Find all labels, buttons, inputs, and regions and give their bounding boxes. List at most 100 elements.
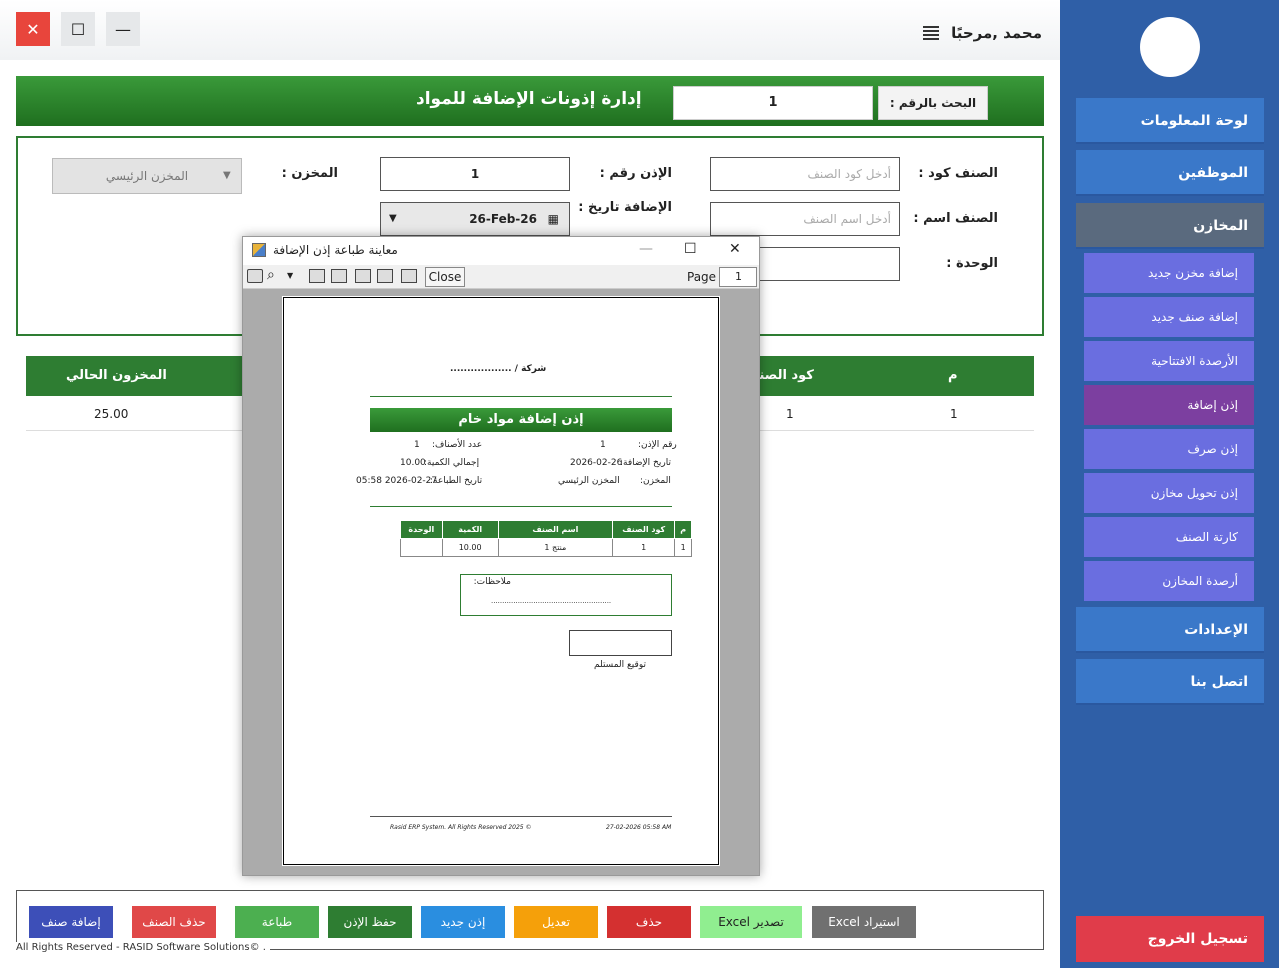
doc-add-date: 2026-02-26: [570, 458, 623, 468]
doc-count: 1: [414, 440, 420, 450]
doc-items-table: م كود الصنف اسم الصنف الكمية الوحدة 1 1 …: [400, 520, 692, 557]
sidebar-subitem-add-permit[interactable]: إذن إضافة: [1084, 385, 1254, 425]
export-excel-button[interactable]: تصدير Excel: [700, 906, 802, 938]
sidebar-subitem-opening-balances[interactable]: الأرصدة الافتتاحية: [1084, 341, 1254, 381]
doc-company: شركة / ..................: [450, 364, 547, 374]
avatar: [1140, 17, 1200, 77]
doc-signature-label: توقيع المستلم: [594, 660, 646, 670]
minimize-window-button[interactable]: —: [106, 12, 140, 46]
doc-th-name: اسم الصنف: [497, 520, 614, 539]
menu-icon[interactable]: [923, 26, 939, 40]
print-preview-dialog: معاينة طباعة إذن الإضافة — ☐ ✕ ⌕ ▼ Close…: [242, 236, 760, 876]
search-button[interactable]: البحث بالرقم :: [878, 86, 988, 120]
app-icon: [252, 243, 266, 257]
copyright-footer: All Rights Reserved - RASID Software Sol…: [16, 942, 270, 953]
dialog-minimize-button[interactable]: —: [639, 241, 653, 257]
three-pages-icon[interactable]: [355, 269, 371, 283]
four-pages-icon[interactable]: [377, 269, 393, 283]
preview-close-button[interactable]: Close: [425, 267, 465, 287]
doc-th-unit: الوحدة: [400, 520, 443, 539]
add-date-label: الإضافة تاريخ :: [578, 200, 672, 215]
doc-print-date: 2026-02-27 05:58: [356, 476, 438, 486]
warehouse-label: المخزن :: [281, 166, 338, 181]
doc-title: إذن إضافة مواد خام: [370, 408, 672, 432]
add-date-picker[interactable]: 26-Feb-26 ▦ ▼: [380, 202, 570, 236]
delete-item-button[interactable]: حذف الصنف: [132, 906, 216, 938]
doc-total: 10.00: [400, 458, 426, 468]
page-header: إدارة إذونات الإضافة للمواد 1 البحث بالر…: [16, 76, 1044, 126]
col-index-header: م: [948, 368, 958, 383]
printer-icon[interactable]: [247, 269, 263, 283]
item-code-label: الصنف كود :: [918, 166, 998, 181]
two-pages-icon[interactable]: [331, 269, 347, 283]
action-bar: إضافة صنف حذف الصنف طباعة حفظ الإذن إذن …: [16, 890, 1044, 950]
page-label: Page: [687, 270, 717, 284]
add-item-button[interactable]: إضافة صنف: [29, 906, 113, 938]
doc-footer-left: Rasid ERP System. All Rights Reserved 20…: [390, 824, 532, 831]
unit-label: الوحدة :: [946, 256, 998, 271]
doc-footer-right: 27-02-2026 05:58 AM: [606, 824, 672, 831]
sidebar-subitem-add-item[interactable]: إضافة صنف جديد: [1084, 297, 1254, 337]
doc-count-label: عدد الأصناف:: [432, 440, 483, 450]
search-number-input[interactable]: 1: [673, 86, 873, 120]
dialog-title-bar: معاينة طباعة إذن الإضافة — ☐ ✕: [243, 237, 759, 265]
top-bar: ✕ ☐ — محمد ,مرحبًا: [0, 0, 1060, 60]
save-permit-button[interactable]: حفظ الإذن: [328, 906, 412, 938]
doc-footer-divider: [370, 816, 672, 817]
doc-th-qty: الكمية: [441, 520, 499, 539]
sidebar-item-employees[interactable]: الموظفين: [1076, 150, 1264, 196]
doc-divider: [370, 396, 672, 397]
logout-button[interactable]: تسجيل الخروج: [1076, 916, 1264, 962]
cell-index: 1: [950, 407, 958, 421]
warehouse-select[interactable]: المخزن الرئيسي ▼: [52, 158, 242, 194]
sidebar-item-warehouses[interactable]: المخازن: [1076, 203, 1264, 249]
sidebar-item-dashboard[interactable]: لوحة المعلومات: [1076, 98, 1264, 144]
sidebar: لوحة المعلومات الموظفين المخازن إضافة مخ…: [1060, 0, 1279, 968]
item-code-input[interactable]: أدخل كود الصنف: [710, 157, 900, 191]
doc-warehouse-label: المخزن:: [640, 476, 671, 486]
zoom-icon[interactable]: ⌕: [267, 267, 275, 283]
dialog-maximize-button[interactable]: ☐: [684, 241, 697, 257]
six-pages-icon[interactable]: [401, 269, 417, 283]
preview-area: شركة / .................. إذن إضافة مواد…: [243, 289, 759, 875]
doc-total-label: إجمالي الكمية:: [424, 458, 480, 468]
print-button[interactable]: طباعة: [235, 906, 319, 938]
doc-add-date-label: تاريخ الإضافة:: [620, 458, 671, 468]
user-greeting: محمد ,مرحبًا: [951, 24, 1042, 42]
one-page-icon[interactable]: [309, 269, 325, 283]
import-excel-button[interactable]: استيراد Excel: [812, 906, 916, 938]
sidebar-subitem-transfer-permit[interactable]: إذن تحويل مخازن: [1084, 473, 1254, 513]
dialog-close-button[interactable]: ✕: [729, 241, 741, 257]
close-window-button[interactable]: ✕: [16, 12, 50, 46]
doc-notes-box: ملاحظات: ...............................…: [460, 574, 672, 616]
chevron-down-icon[interactable]: ▼: [287, 271, 293, 280]
doc-notes-line: ........................................…: [491, 597, 612, 605]
doc-print-date-label: تاريخ الطباعة:: [430, 476, 483, 486]
doc-notes-label: ملاحظات:: [473, 577, 511, 587]
doc-th-code: كود الصنف: [612, 520, 676, 539]
edit-button[interactable]: تعديل: [514, 906, 598, 938]
doc-table-row: 1 1 منتج 1 10.00: [400, 538, 692, 557]
doc-signature-box: [569, 630, 672, 656]
sidebar-subitem-add-warehouse[interactable]: إضافة مخزن جديد: [1084, 253, 1254, 293]
add-date-value: 26-Feb-26: [469, 212, 537, 226]
doc-permit-no: 1: [600, 440, 606, 450]
sidebar-item-contact[interactable]: اتصل بنا: [1076, 659, 1264, 705]
sidebar-item-settings[interactable]: الإعدادات: [1076, 607, 1264, 653]
permit-number-label: الإذن رقم :: [599, 166, 672, 181]
cell-stock: 25.00: [94, 407, 129, 421]
warehouse-select-value: المخزن الرئيسي: [105, 169, 189, 183]
chevron-down-icon: ▼: [389, 213, 397, 224]
permit-number-input[interactable]: 1: [380, 157, 570, 191]
page-title: إدارة إذونات الإضافة للمواد: [416, 89, 642, 109]
sidebar-subitem-warehouse-balances[interactable]: أرصدة المخازن: [1084, 561, 1254, 601]
page-number-input[interactable]: 1: [719, 267, 757, 287]
new-permit-button[interactable]: إذن جديد: [421, 906, 505, 938]
sidebar-subitem-item-card[interactable]: كارتة الصنف: [1084, 517, 1254, 557]
maximize-window-button[interactable]: ☐: [61, 12, 95, 46]
delete-button[interactable]: حذف: [607, 906, 691, 938]
sidebar-subitem-issue-permit[interactable]: إذن صرف: [1084, 429, 1254, 469]
doc-td-index: 1: [674, 538, 692, 557]
chevron-down-icon: ▼: [223, 170, 231, 181]
item-name-input[interactable]: أدخل اسم الصنف: [710, 202, 900, 236]
